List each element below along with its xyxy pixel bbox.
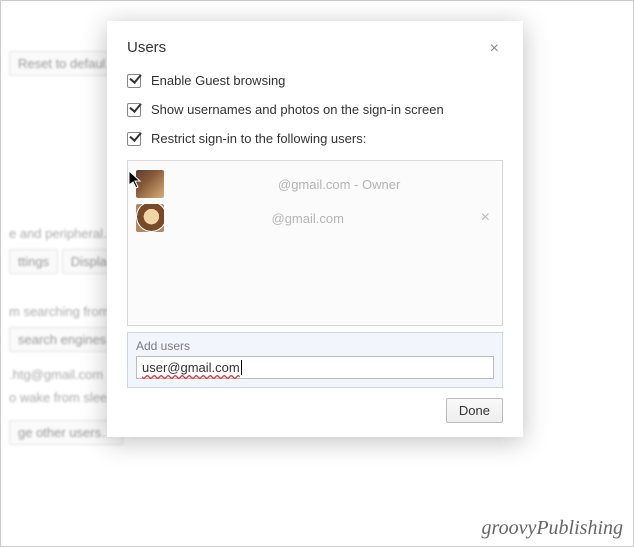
- label-restrict-signin: Restrict sign-in to the following users:: [151, 131, 366, 146]
- label-guest-browsing: Enable Guest browsing: [151, 73, 285, 88]
- user-email: xxxxxxxxxxxxxxx@gmail.com: [174, 211, 467, 226]
- add-users-label: Add users: [136, 339, 494, 353]
- checkbox-restrict-signin[interactable]: [127, 132, 141, 146]
- user-email: xxxxxxxxxxxxxxxx@gmail.com - Owner: [174, 177, 494, 192]
- remove-user-icon[interactable]: ×: [477, 209, 494, 227]
- add-users-section: Add users user@gmail.com​: [127, 332, 503, 388]
- avatar: [136, 170, 164, 198]
- checkbox-guest-browsing[interactable]: [127, 74, 141, 88]
- restricted-users-box: xxxxxxxxxxxxxxxx@gmail.com - Owner xxxxx…: [127, 160, 503, 326]
- done-button[interactable]: Done: [446, 398, 503, 423]
- user-row: xxxxxxxxxxxxxxxx@gmail.com - Owner: [136, 167, 494, 201]
- add-users-input[interactable]: user@gmail.com​: [136, 356, 494, 379]
- watermark: groovyPublishing: [482, 517, 623, 540]
- avatar: [136, 204, 164, 232]
- label-show-usernames: Show usernames and photos on the sign-in…: [151, 102, 444, 117]
- bg-manage-users-button: ge other users…: [9, 420, 123, 445]
- checkbox-show-usernames[interactable]: [127, 103, 141, 117]
- users-dialog: Users × Enable Guest browsing Show usern…: [107, 21, 523, 437]
- close-icon[interactable]: ×: [486, 39, 503, 59]
- user-row: xxxxxxxxxxxxxxx@gmail.com ×: [136, 201, 494, 235]
- bg-settings-button: ttings: [9, 249, 58, 274]
- dialog-title: Users: [127, 39, 166, 56]
